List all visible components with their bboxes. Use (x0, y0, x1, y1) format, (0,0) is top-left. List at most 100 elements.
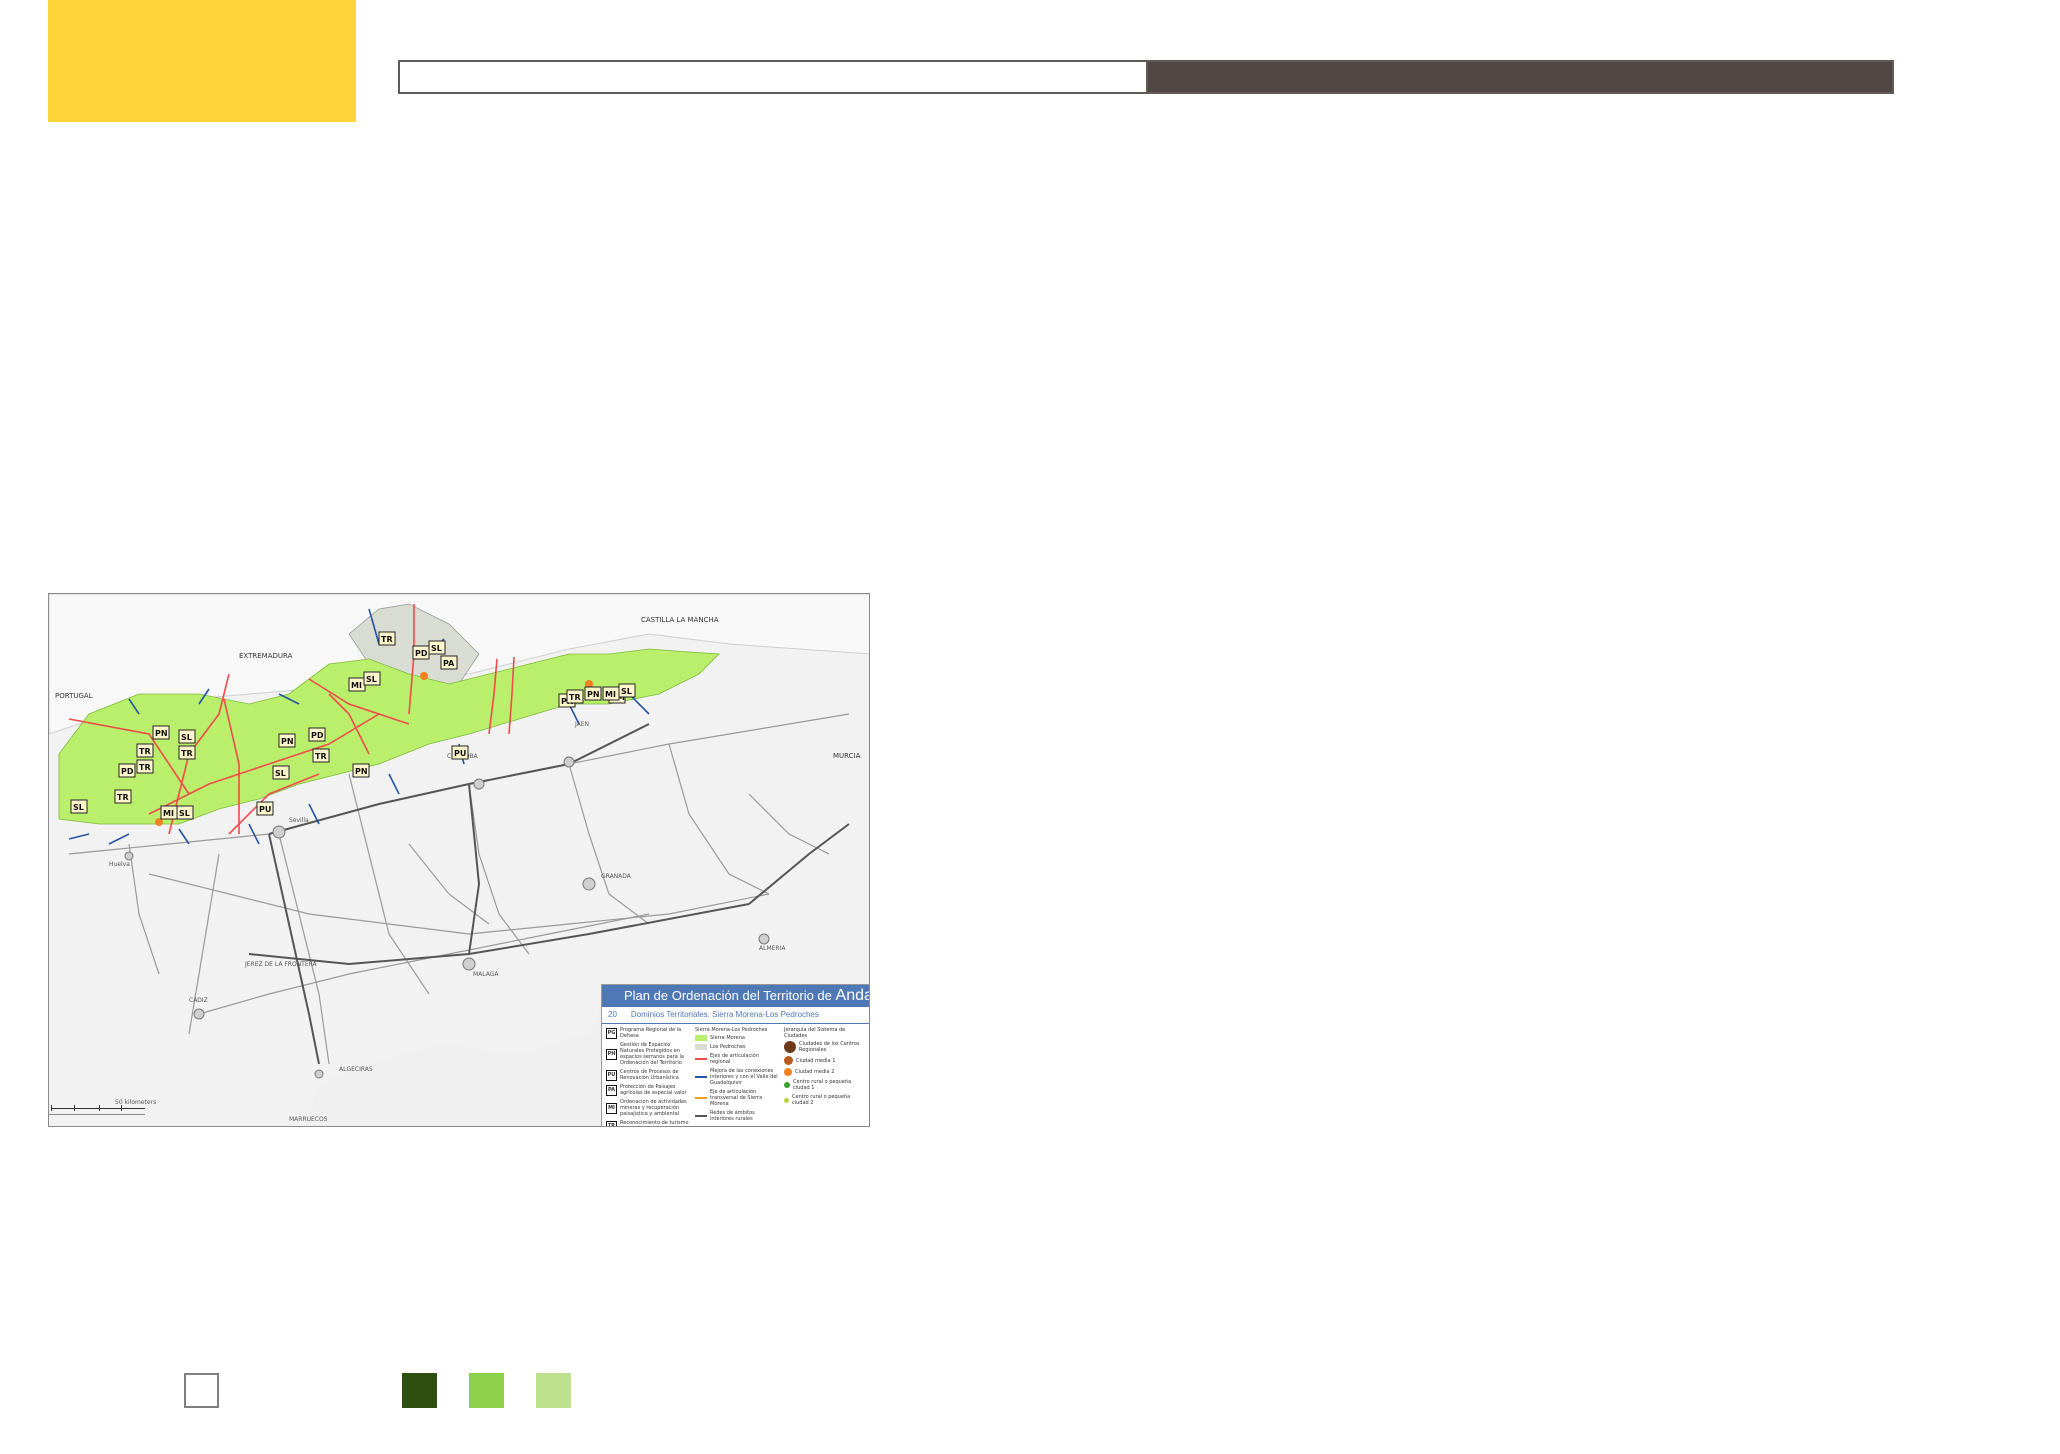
bottom-color-swatch (184, 1373, 219, 1408)
legend-line-row: Ejes de articulación regional (695, 1053, 778, 1065)
bottom-color-swatch (536, 1373, 571, 1408)
label-algeciras: ALGECIRAS (339, 1066, 373, 1073)
code-badge-label: TR (315, 752, 327, 761)
legend-sheet-title: Dominios Territoriales. Sierra Morena-Lo… (630, 1010, 819, 1019)
legend-city-dot (784, 1097, 789, 1103)
code-badge-label: SL (179, 809, 190, 818)
code-badge-label: PN (587, 690, 600, 699)
bottom-color-swatch (402, 1373, 437, 1408)
label-almeria: ALMERIA (759, 945, 786, 952)
label-marruecos: MARRUECOS (289, 1116, 328, 1123)
legend-domain-swatch (695, 1044, 707, 1050)
legend-city-dot (784, 1082, 790, 1088)
legend-domain-text: Sierra Morena (710, 1035, 745, 1041)
code-badge-label: SL (73, 803, 84, 812)
legend-program-text: Programa Regional de la Dehesa (620, 1027, 682, 1039)
legend-program-row: PA Protección de Paisajes agrícolas de es… (606, 1084, 689, 1096)
legend-line-text: Eje de articulación transversal de Sierr… (710, 1089, 763, 1107)
legend-programs-column: PG Programa Regional de la Dehesa PH Gestió… (606, 1027, 689, 1126)
legend-sheet: 20 Dominios Territoriales. Sierra Morena… (602, 1007, 869, 1024)
legend-program-row: MI Ordenación de actividades mineras y re… (606, 1099, 689, 1117)
legend-program-text: Gestión de Espacios Naturales Protegidos… (620, 1042, 684, 1066)
legend-city-text: Ciudades de los Centros Regionales (799, 1041, 860, 1053)
label-murcia: MURCIA (833, 752, 861, 760)
legend-line-text: Redes de ámbitos interiores rurales (710, 1110, 755, 1122)
legend-program-code: MI (606, 1102, 617, 1114)
legend-city-row: Ciudad media 2 (784, 1068, 867, 1076)
label-extremadura: EXTREMADURA (239, 652, 293, 660)
legend-domain-swatch (695, 1035, 707, 1041)
legend-col2-header: Sierra Morena-Los Pedroches (695, 1027, 768, 1033)
label-jaen: JAEN (574, 721, 589, 728)
legend-program-code: PG (606, 1027, 617, 1039)
legend-line-text: Ejes de articulación regional (710, 1053, 759, 1065)
header-bar-light-segment (398, 60, 1148, 94)
legend-city-text: Ciudad media 2 (795, 1069, 835, 1075)
label-portugal: PORTUGAL (55, 692, 93, 700)
legend-city-dot (784, 1068, 792, 1076)
map-legend: Plan de Ordenación del Territorio de And… (601, 984, 870, 1126)
code-badge-label: SL (275, 769, 286, 778)
legend-line-text: Mejora de las conexiones interiores y co… (710, 1068, 778, 1086)
code-badge-label: PD (121, 767, 134, 776)
code-badge-label: MI (163, 809, 174, 818)
legend-program-text: Reconocimiento de turismo rural (620, 1120, 689, 1126)
legend-city-text: Centro rural o pequeña ciudad 1 (793, 1079, 852, 1091)
code-badge-label: SL (181, 733, 192, 742)
code-badge-label: SL (431, 644, 442, 653)
legend-title-big: Andalucía (835, 987, 870, 1004)
code-badge-label: PU (454, 749, 466, 758)
code-badge-label: MI (351, 681, 362, 690)
code-badge-label: TR (181, 749, 193, 758)
legend-domain-row: Sierra Morena (695, 1035, 778, 1041)
legend-program-row: PU Centros de Procesos de Renovación Urba… (606, 1069, 689, 1081)
code-badge-label: TR (139, 763, 151, 772)
legend-program-row: PG Programa Regional de la Dehesa (606, 1027, 689, 1039)
legend-columns: PG Programa Regional de la Dehesa PH Gestió… (602, 1024, 869, 1126)
legend-program-code: PU (606, 1069, 617, 1081)
code-badge-label: PA (443, 659, 455, 668)
code-badge-label: TR (117, 793, 129, 802)
scale-label: 50 kilometers (115, 1099, 156, 1106)
legend-city-text: Centro rural o pequeña ciudad 2 (792, 1094, 851, 1106)
label-sevilla: Sevilla (289, 817, 309, 824)
legend-program-code: TR (606, 1120, 617, 1126)
label-huelva: Huelva (109, 861, 130, 868)
legend-program-text: Ordenación de actividades mineras y recu… (620, 1099, 687, 1117)
legend-line-row: Eje de articulación transversal de Sierr… (695, 1089, 778, 1107)
legend-city-row: Ciudades de los Centros Regionales (784, 1041, 867, 1053)
code-badge-label: PU (259, 805, 271, 814)
legend-title: Plan de Ordenación del Territorio de And… (602, 985, 870, 1007)
header-bar (398, 60, 1894, 94)
code-badge-label: PN (155, 729, 168, 738)
label-jerez: JEREZ DE LA FRONTERA (244, 961, 318, 968)
code-badge-label: PD (311, 731, 324, 740)
code-badge-label: PN (355, 767, 368, 776)
legend-line-row: Mejora de las conexiones interiores y co… (695, 1068, 778, 1086)
legend-city-dot (784, 1041, 796, 1053)
legend-program-code: PH (606, 1048, 617, 1060)
legend-city-text: Ciudad media 1 (796, 1057, 836, 1064)
territory-map: PORTUGAL EXTREMADURA CASTILLA LA MANCHA … (48, 593, 870, 1127)
label-malaga: MALAGA (473, 971, 499, 978)
legend-program-code: PA (606, 1084, 617, 1096)
code-badge-label: SL (366, 675, 377, 684)
legend-domains-column: Sierra Morena-Los Pedroches Sierra Moren… (695, 1027, 778, 1126)
header-bar-dark-segment (1148, 60, 1894, 94)
legend-program-text: Protección de Paisajes agrícolas de espe… (620, 1084, 687, 1096)
label-cadiz: CADIZ (189, 997, 208, 1004)
legend-sheet-number: 20 (608, 1010, 617, 1019)
label-castilla: CASTILLA LA MANCHA (641, 616, 719, 624)
legend-line-swatch (695, 1058, 707, 1060)
legend-cities-column: Jerarquía del Sistema de Ciudades Ciudad… (784, 1027, 867, 1126)
code-badge-label: PD (415, 649, 428, 658)
label-granada: GRANADA (601, 873, 632, 880)
code-badge-label: MI (605, 690, 616, 699)
legend-line-swatch (695, 1076, 707, 1078)
legend-city-row: Ciudad media 1 (784, 1056, 867, 1065)
legend-city-row: Centro rural o pequeña ciudad 2 (784, 1094, 867, 1106)
code-badge-label: TR (569, 693, 581, 702)
legend-title-prefix: Plan de Ordenación del Territorio de (624, 988, 832, 1003)
corner-block (48, 0, 356, 122)
code-badge-label: TR (139, 747, 151, 756)
